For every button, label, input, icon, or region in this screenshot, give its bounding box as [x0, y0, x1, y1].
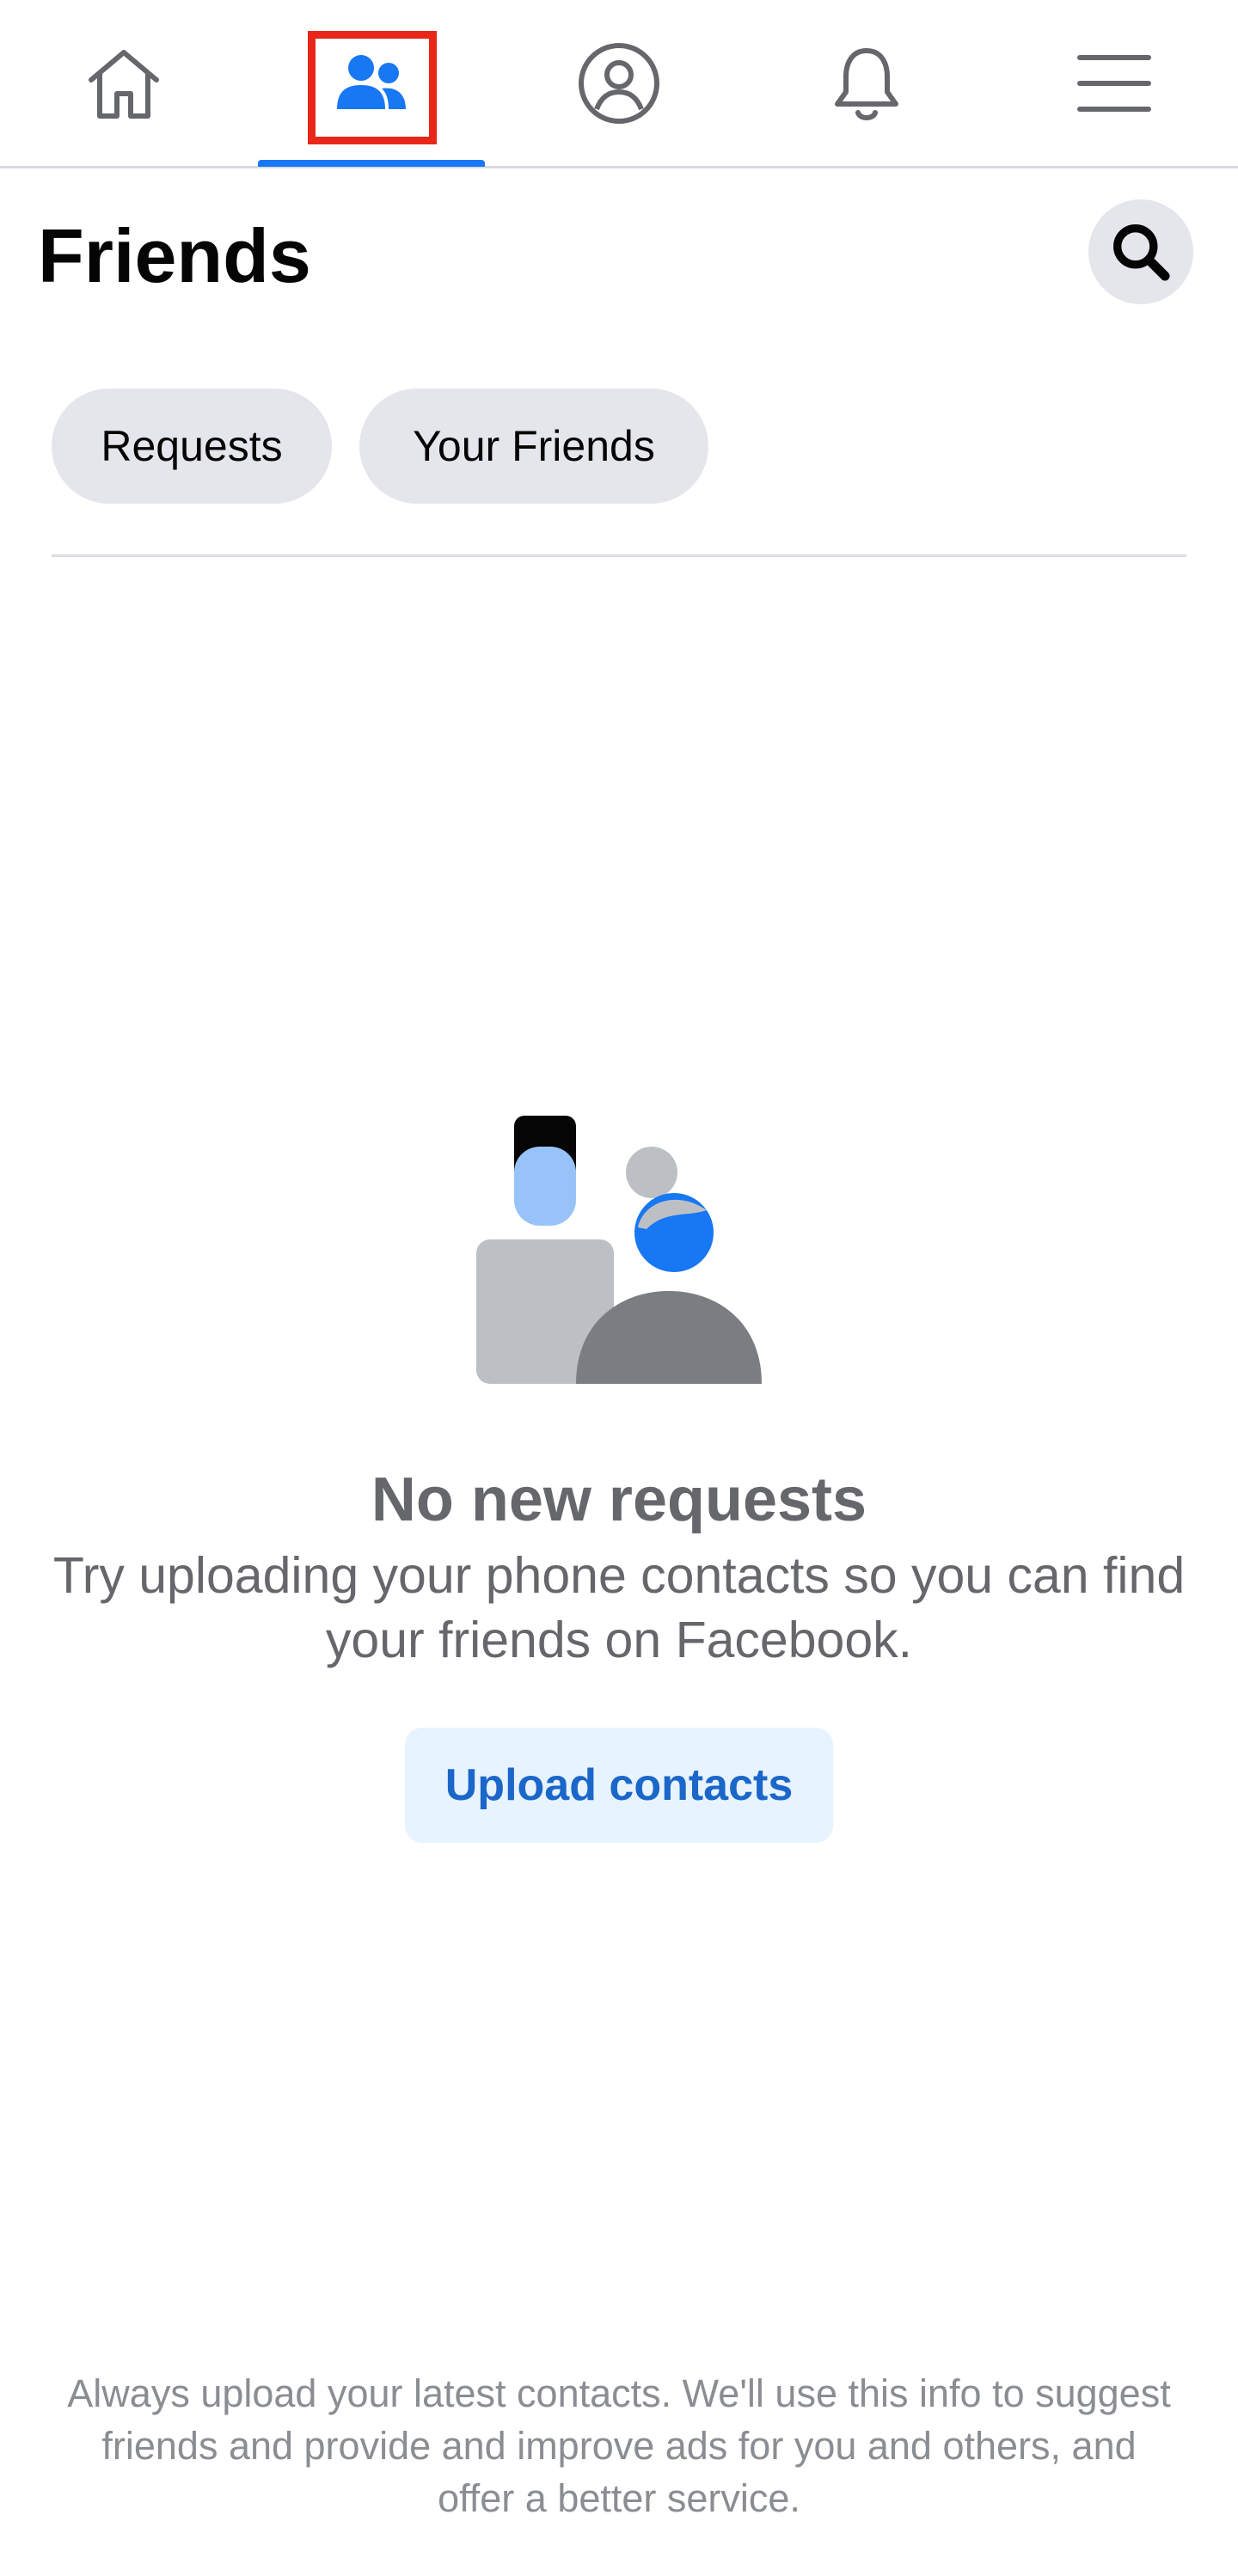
- requests-chip[interactable]: Requests: [52, 389, 332, 504]
- divider: [52, 554, 1186, 557]
- friends-illustration: [476, 1116, 762, 1384]
- active-tab-indicator: [258, 160, 485, 167]
- empty-state-body: Try uploading your phone contacts so you…: [52, 1547, 1186, 1668]
- footer-note: Always upload your latest contacts. We'l…: [67, 2371, 1171, 2520]
- upload-contacts-button[interactable]: Upload contacts: [405, 1728, 833, 1843]
- hamburger-menu-icon: [1077, 54, 1151, 112]
- profile-icon: [579, 42, 659, 124]
- tab-notifications[interactable]: [753, 0, 980, 166]
- search-button[interactable]: [1088, 199, 1193, 304]
- your-friends-chip[interactable]: Your Friends: [359, 389, 708, 504]
- tab-profile[interactable]: [506, 0, 732, 166]
- page-title: Friends: [38, 213, 311, 298]
- top-navigation: [0, 0, 1238, 168]
- friends-page: Friends Requests Your Friends No new req…: [0, 0, 1238, 2576]
- search-icon: [1113, 224, 1170, 281]
- highlight-box: [308, 31, 437, 144]
- home-icon: [89, 49, 159, 119]
- empty-state-title: No new requests: [371, 1465, 867, 1534]
- bell-icon: [835, 47, 898, 120]
- tab-home[interactable]: [10, 0, 237, 166]
- tab-menu[interactable]: [1001, 0, 1228, 166]
